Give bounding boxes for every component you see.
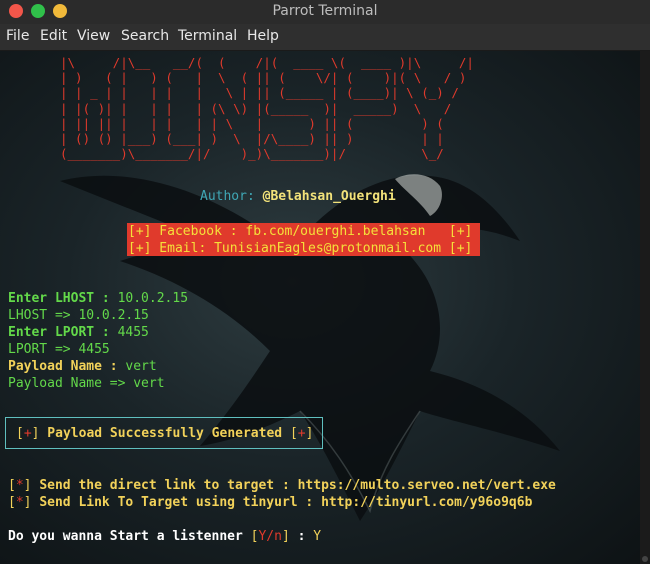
lport-prompt: Enter LPORT : 4455 bbox=[8, 325, 149, 340]
author-name: @Belahsan_Ouerghi bbox=[262, 189, 396, 204]
email-line: [+] Email: TunisianEagles@protonmail.com… bbox=[128, 241, 473, 256]
menu-file[interactable]: File bbox=[6, 28, 29, 44]
direct-link-line: [*] Send the direct link to target : htt… bbox=[8, 478, 556, 493]
contact-box: [+] Facebook : fb.com/ouerghi.belahsan [… bbox=[127, 223, 480, 256]
payload-echo: Payload Name => vert bbox=[8, 376, 165, 391]
payload-prompt: Payload Name : vert bbox=[8, 359, 157, 374]
menu-view[interactable]: View bbox=[77, 28, 110, 44]
success-box: [+] Payload Successfully Generated [+] bbox=[5, 417, 323, 449]
winspy-ascii-banner: |\ /|\__ __/( ( /|( ____ \( ____ )|\ /| … bbox=[60, 55, 474, 162]
scrollbar-thumb[interactable] bbox=[642, 556, 648, 562]
terminal-scrollbar[interactable] bbox=[640, 51, 650, 564]
listener-answer: Y bbox=[313, 529, 322, 544]
terminal-output[interactable]: |\ /|\__ __/( ( /|( ____ \( ____ )|\ /| … bbox=[0, 51, 650, 564]
menu-help[interactable]: Help bbox=[247, 28, 279, 44]
success-message: [+] Payload Successfully Generated [+] bbox=[16, 426, 314, 441]
title-bar[interactable]: Parrot Terminal bbox=[0, 0, 650, 24]
author-line: Author: @Belahsan_Ouerghi bbox=[200, 189, 396, 204]
menu-search[interactable]: Search bbox=[121, 28, 169, 44]
terminal-window: Parrot Terminal File Edit View Search Te… bbox=[0, 0, 650, 564]
listener-prompt: Do you wanna Start a listenner [Y/n] : Y bbox=[8, 529, 322, 544]
window-title: Parrot Terminal bbox=[272, 3, 378, 19]
menu-bar: File Edit View Search Terminal Help bbox=[0, 24, 650, 51]
lport-echo: LPORT => 4455 bbox=[8, 342, 110, 357]
menu-edit[interactable]: Edit bbox=[40, 28, 67, 44]
menu-terminal[interactable]: Terminal bbox=[178, 28, 237, 44]
facebook-line: [+] Facebook : fb.com/ouerghi.belahsan [… bbox=[128, 224, 473, 239]
tinyurl-line: [*] Send Link To Target using tinyurl : … bbox=[8, 495, 533, 510]
lhost-prompt: Enter LHOST : 10.0.2.15 bbox=[8, 291, 189, 306]
lhost-echo: LHOST => 10.0.2.15 bbox=[8, 308, 149, 323]
